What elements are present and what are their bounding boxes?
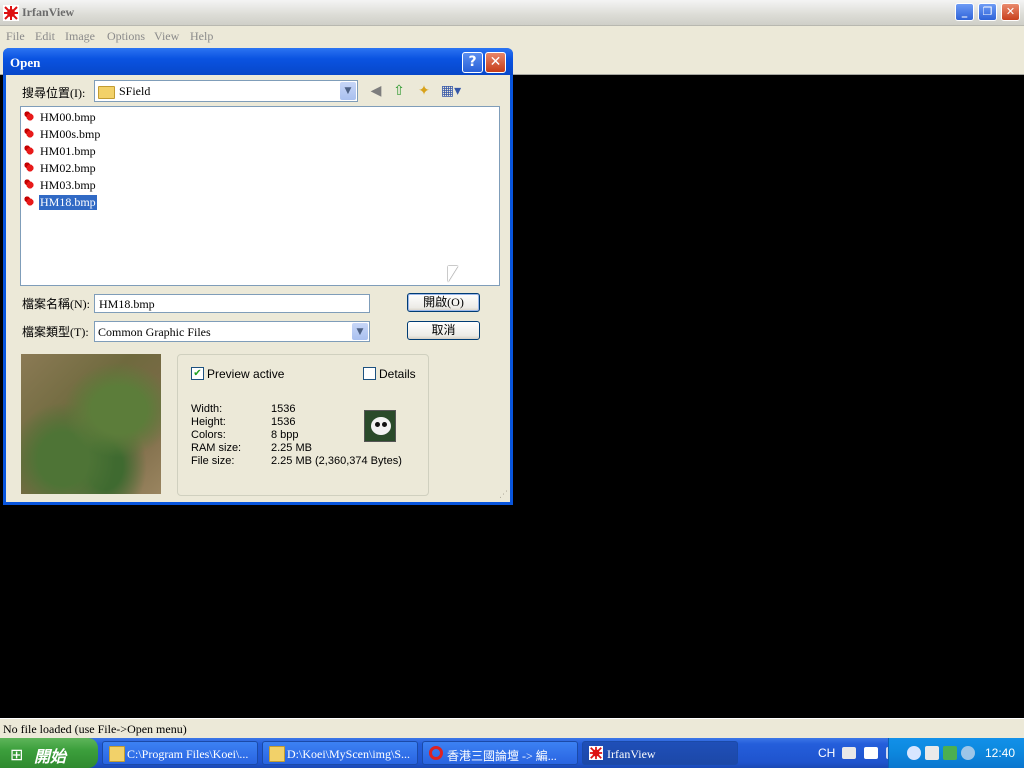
menu-file[interactable]: File <box>6 29 25 44</box>
preview-label: Preview active <box>207 367 285 381</box>
chevron-down-icon[interactable]: ▼ <box>340 82 356 100</box>
bmp-file-icon <box>23 110 37 125</box>
taskbar-item-active[interactable]: IrfanView <box>582 741 738 765</box>
language-indicator[interactable]: CH <box>818 746 835 760</box>
menu-view[interactable]: View <box>154 29 179 44</box>
filetype-label: 檔案類型(T): <box>22 325 89 339</box>
info-label: Height: <box>191 416 226 428</box>
look-in-text: SField <box>119 84 151 98</box>
info-label: RAM size: <box>191 442 242 454</box>
info-value: 1536 <box>271 403 296 415</box>
open-button[interactable]: 開啟(O) <box>407 293 480 312</box>
resize-grip-icon[interactable]: ⋰ <box>499 490 508 500</box>
info-value: 1536 <box>271 416 296 428</box>
filename-field[interactable]: HM18.bmp <box>94 294 370 313</box>
filetype-combo[interactable]: Common Graphic Files ▼ <box>94 321 370 342</box>
look-in-label: 搜尋位置(I): <box>22 86 86 100</box>
folder-icon <box>98 85 115 99</box>
file-item[interactable]: HM00.bmp <box>23 109 97 125</box>
irfanview-icon <box>3 5 19 21</box>
irfanview-icon <box>589 746 603 760</box>
file-item[interactable]: HM03.bmp <box>23 177 97 193</box>
info-label: Width: <box>191 403 223 415</box>
bmp-file-icon <box>23 127 37 142</box>
file-item-selected[interactable]: HM18.bmp <box>23 194 97 210</box>
preview-panel: ✔ Preview active Details Width: 1536 Hei… <box>177 354 429 496</box>
new-folder-icon[interactable]: ✦ <box>415 82 433 100</box>
view-menu-icon[interactable]: ▦▾ <box>438 82 464 100</box>
bmp-file-icon <box>23 195 37 210</box>
details-label: Details <box>379 367 416 381</box>
folder-icon <box>109 746 125 762</box>
bmp-file-icon <box>23 178 37 193</box>
dialog-close-button[interactable]: ✕ <box>485 52 506 73</box>
start-button[interactable]: ⊞ 開始 <box>0 738 98 768</box>
help-icon[interactable] <box>864 747 878 759</box>
dialog-title-bar[interactable]: Open ? ✕ <box>3 48 513 75</box>
tray-app-icon[interactable] <box>943 746 957 760</box>
chevron-down-icon[interactable]: ▼ <box>352 323 368 340</box>
keyboard-icon[interactable] <box>842 747 856 759</box>
menu-edit[interactable]: Edit <box>35 29 55 44</box>
close-button[interactable]: ✕ <box>1001 3 1020 21</box>
menu-options[interactable]: Options <box>107 29 145 44</box>
network-icon[interactable] <box>961 746 975 760</box>
file-item[interactable]: HM01.bmp <box>23 143 97 159</box>
menu-help[interactable]: Help <box>190 29 213 44</box>
file-item[interactable]: HM00s.bmp <box>23 126 101 142</box>
up-folder-icon[interactable]: ⇧ <box>390 82 408 100</box>
status-bar: No file loaded (use File->Open menu) <box>0 718 1024 739</box>
info-value: 8 bpp <box>271 429 299 441</box>
filename-value: HM18.bmp <box>99 297 155 311</box>
details-checkbox[interactable] <box>363 367 376 380</box>
bmp-file-icon <box>23 161 37 176</box>
bmp-file-icon <box>23 144 37 159</box>
cancel-button[interactable]: 取消 <box>407 321 480 340</box>
back-icon[interactable]: ◀ <box>367 82 385 100</box>
taskbar-item[interactable]: C:\Program Files\Koei\... <box>102 741 258 765</box>
mouse-cursor-icon <box>448 266 458 282</box>
restore-button[interactable]: ❐ <box>978 3 997 21</box>
open-dialog: Open ? ✕ 搜尋位置(I): SField ▼ ◀ ⇧ ✦ ▦▾ HM00… <box>3 48 513 505</box>
file-item[interactable]: HM02.bmp <box>23 160 97 176</box>
chevron-left-icon[interactable] <box>907 746 921 760</box>
filetype-value: Common Graphic Files <box>98 325 211 339</box>
zonealarm-icon[interactable] <box>925 746 939 760</box>
minimize-button[interactable]: _ <box>955 3 974 21</box>
folder-icon <box>269 746 285 762</box>
menu-bar: File Edit Image Options View Help <box>0 26 1024 46</box>
taskbar-item-label: C:\Program Files\Koei\... <box>127 747 249 761</box>
info-label: Colors: <box>191 429 226 441</box>
info-value: 2.25 MB <box>271 442 312 454</box>
taskbar-item[interactable]: 香港三國論壇 -> 編... <box>422 741 578 765</box>
taskbar: ⊞ 開始 C:\Program Files\Koei\... D:\Koei\M… <box>0 738 1024 768</box>
taskbar-item-label: 香港三國論壇 -> 編... <box>447 749 557 763</box>
dialog-title: Open <box>10 55 41 70</box>
windows-flag-icon: ⊞ <box>10 745 24 764</box>
taskbar-item[interactable]: D:\Koei\MyScen\img\S... <box>262 741 418 765</box>
taskbar-item-label: D:\Koei\MyScen\img\S... <box>287 747 410 761</box>
taskbar-item-label: IrfanView <box>607 747 656 761</box>
preview-thumbnail <box>21 354 161 494</box>
status-text: No file loaded (use File->Open menu) <box>3 722 187 736</box>
menu-image[interactable]: Image <box>65 29 95 44</box>
look-in-combo[interactable]: SField ▼ <box>94 80 358 102</box>
info-value: 2.25 MB (2,360,374 Bytes) <box>271 455 402 467</box>
start-label: 開始 <box>34 749 67 766</box>
system-tray: 12:40 <box>888 738 1024 768</box>
help-button[interactable]: ? <box>462 52 483 73</box>
preview-checkbox[interactable]: ✔ <box>191 367 204 380</box>
file-list[interactable]: HM00.bmp HM00s.bmp HM01.bmp HM02.bmp HM0… <box>20 106 500 286</box>
clock: 12:40 <box>985 746 1016 760</box>
info-label: File size: <box>191 455 235 467</box>
filename-label: 檔案名稱(N): <box>22 297 90 311</box>
opera-icon <box>429 746 443 760</box>
look-in-value: SField <box>98 84 150 99</box>
app-title-bar[interactable]: IrfanView _ ❐ ✕ <box>0 0 1024 26</box>
panda-icon <box>364 410 396 442</box>
app-title: IrfanView <box>22 5 75 19</box>
